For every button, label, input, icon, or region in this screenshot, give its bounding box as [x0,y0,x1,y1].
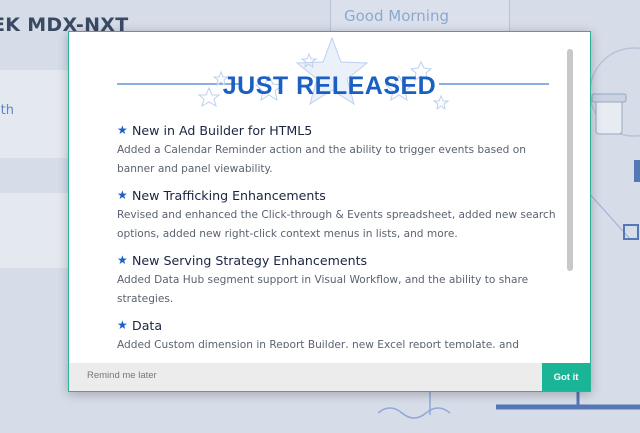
coffee-illustration [586,47,640,240]
scrollbar[interactable] [567,49,573,271]
background-panel [0,193,70,268]
release-note-description: Added Custom dimension in Report Builder… [117,339,519,348]
release-note-description: Added a Calendar Reminder action and the… [117,144,526,175]
background-panel: ith [0,70,70,158]
release-note-item: ★ New Trafficking Enhancements Revised an… [117,187,565,244]
dialog-header: JUST RELEASED [69,32,590,117]
release-note-description: Added Data Hub segment support in Visual… [117,274,529,305]
dialog-title: JUST RELEASED [222,72,437,100]
release-note-title: New Trafficking Enhancements [132,188,326,203]
release-note-description: Revised and enhanced the Click-through &… [117,209,556,240]
bottom-illustration [378,385,640,419]
star-icon: ★ [117,123,128,137]
dialog-footer: Remind me later Got it [69,363,590,391]
release-notes-list[interactable]: ★ New in Ad Builder for HTML5 Added a Cal… [117,122,565,348]
release-note-item: ★ New Serving Strategy Enhancements Added… [117,252,565,309]
greeting-text: Good Morning [344,7,449,25]
background-link: ith [0,103,14,118]
star-icon: ★ [117,253,128,267]
star-icon: ★ [117,188,128,202]
got-it-button[interactable]: Got it [542,363,590,391]
release-note-item: ★ New in Ad Builder for HTML5 Added a Cal… [117,122,565,179]
release-notes-dialog: JUST RELEASED ★ New in Ad Builder for HTM… [68,31,591,392]
release-note-title: New Serving Strategy Enhancements [132,253,368,268]
release-note-item: ★ Data Added Custom dimension in Report B… [117,317,565,348]
release-note-title: New in Ad Builder for HTML5 [132,123,313,138]
star-icon: ★ [117,318,128,332]
remind-me-later-link[interactable]: Remind me later [87,370,157,381]
release-note-title: Data [132,318,163,333]
